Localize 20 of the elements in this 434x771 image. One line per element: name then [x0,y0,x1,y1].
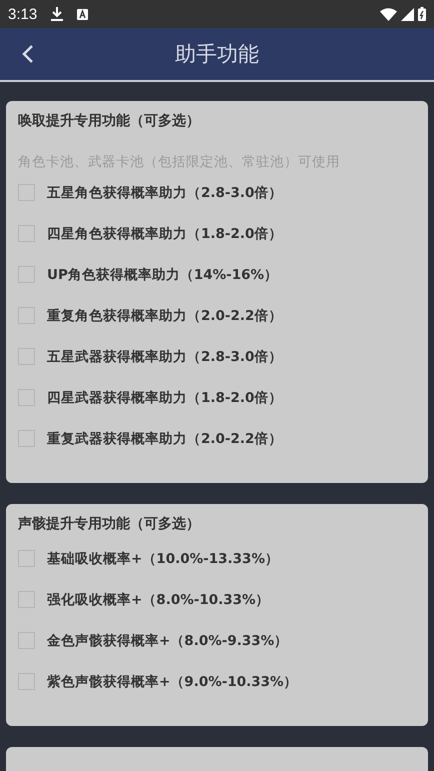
section-title: 唤取提升专用功能（可多选） [18,112,201,131]
option-label: 重复角色获得概率助力（2.0-2.2倍） [47,306,282,324]
section-title: 声骸提升专用功能（可多选） [18,515,201,534]
wifi-icon [380,8,397,20]
option-label: 强化吸收概率+（8.0%-10.33%） [47,590,270,608]
page-title: 助手功能 [175,41,259,68]
option-label: 紫色声骸获得概率+（9.0%-10.33%） [47,672,298,690]
option-label: 四星角色获得概率助力（1.8-2.0倍） [47,224,282,242]
status-time: 3:13 [8,6,38,22]
option-label: 金色声骸获得概率+（8.0%-9.33%） [47,632,288,650]
signal-icon [401,8,414,20]
option-label: 基础吸收概率+（10.0%-13.33%） [47,550,279,568]
option-label: 四星武器获得概率助力（1.8-2.0倍） [47,388,282,406]
download-icon [51,7,64,21]
option-label: UP角色获得概率助力（14%-16%） [47,266,278,284]
option-label: 五星角色获得概率助力（2.8-3.0倍） [47,184,282,202]
option-label: 五星武器获得概率助力（2.8-3.0倍） [47,348,282,366]
battery-icon [418,7,426,21]
notification-icon [77,8,88,20]
option-label: 重复武器获得概率助力（2.0-2.2倍） [47,430,282,448]
